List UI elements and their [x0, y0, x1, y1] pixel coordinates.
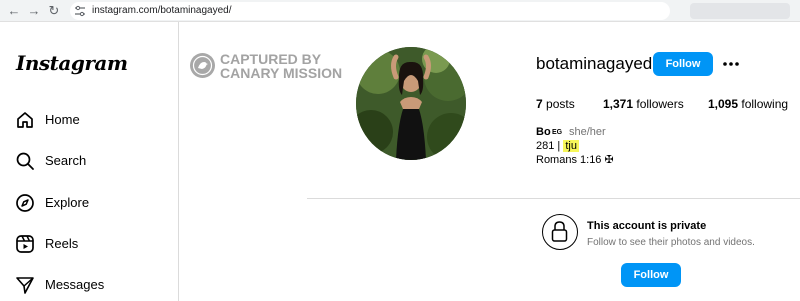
canary-mission-watermark: CAPTURED BY CANARY MISSION [190, 50, 350, 82]
bio-line-1: 281 | tju [536, 140, 579, 152]
search-icon [16, 152, 34, 170]
reels-icon [16, 235, 34, 253]
sidebar-item-messages[interactable]: Messages [15, 273, 165, 297]
sidebar-item-label: Reels [45, 236, 79, 251]
sidebar-item-label: Search [45, 153, 87, 168]
following-label: following [741, 97, 789, 111]
follow-button[interactable]: Follow [653, 52, 713, 76]
lock-icon [551, 221, 568, 242]
follow-button-private[interactable]: Follow [621, 263, 681, 287]
profile-divider [307, 198, 800, 199]
more-options-icon[interactable] [722, 55, 740, 73]
private-account-subtitle: Follow to see their photos and videos. [587, 237, 755, 248]
sidebar-item-explore[interactable]: Explore [15, 191, 165, 215]
site-settings-icon[interactable] [74, 5, 86, 17]
address-bar[interactable]: instagram.com/botaminagayed/ [70, 2, 670, 20]
posts-count: 7 [536, 97, 543, 111]
following-count: 1,095 [708, 97, 739, 111]
followers-label: followers [636, 97, 684, 111]
url-text[interactable]: instagram.com/botaminagayed/ [92, 5, 232, 16]
private-account-badge [542, 214, 578, 250]
instagram-logo[interactable]: Instagram [16, 51, 128, 75]
sidebar-item-label: Home [45, 112, 80, 127]
sidebar-item-label: Messages [45, 277, 105, 292]
canary-bird-icon [190, 53, 215, 78]
sidebar-item-reels[interactable]: Reels [15, 232, 165, 256]
profile-avatar[interactable] [356, 47, 466, 160]
bio-line-2: Romans 1:16 ✠ [536, 154, 614, 166]
bio-highlight: tju [563, 140, 579, 152]
compass-icon [16, 194, 34, 212]
profile-username: botaminagayed [536, 54, 653, 73]
forward-icon[interactable]: → [26, 3, 42, 19]
sidebar: Instagram Home Search Explore Reels Mess… [0, 22, 179, 301]
messages-icon [16, 277, 34, 294]
toolbar-extensions [690, 3, 790, 19]
sidebar-item-search[interactable]: Search [15, 149, 165, 173]
sidebar-item-home[interactable]: Home [15, 108, 165, 132]
followers-stat[interactable]: 1,371 followers [603, 97, 684, 111]
followers-count: 1,371 [603, 97, 634, 111]
posts-label: posts [546, 97, 575, 111]
bio-line-1-text: 281 | [536, 140, 564, 152]
back-icon[interactable]: ← [6, 3, 22, 19]
reload-icon[interactable]: ↻ [46, 3, 62, 19]
posts-stat: 7 posts [536, 97, 575, 111]
bio-name: Bo [536, 126, 551, 138]
bio-pronouns: she/her [569, 126, 606, 138]
profile-photo [356, 47, 466, 160]
following-stat[interactable]: 1,095 following [708, 97, 788, 111]
sidebar-item-label: Explore [45, 195, 90, 210]
browser-toolbar: ← → ↻ instagram.com/botaminagayed/ [0, 0, 800, 22]
home-icon [17, 112, 33, 128]
private-account-title: This account is private [587, 220, 707, 232]
watermark-line2: CANARY MISSION [220, 65, 343, 81]
flag-emoji: EG [552, 129, 563, 136]
